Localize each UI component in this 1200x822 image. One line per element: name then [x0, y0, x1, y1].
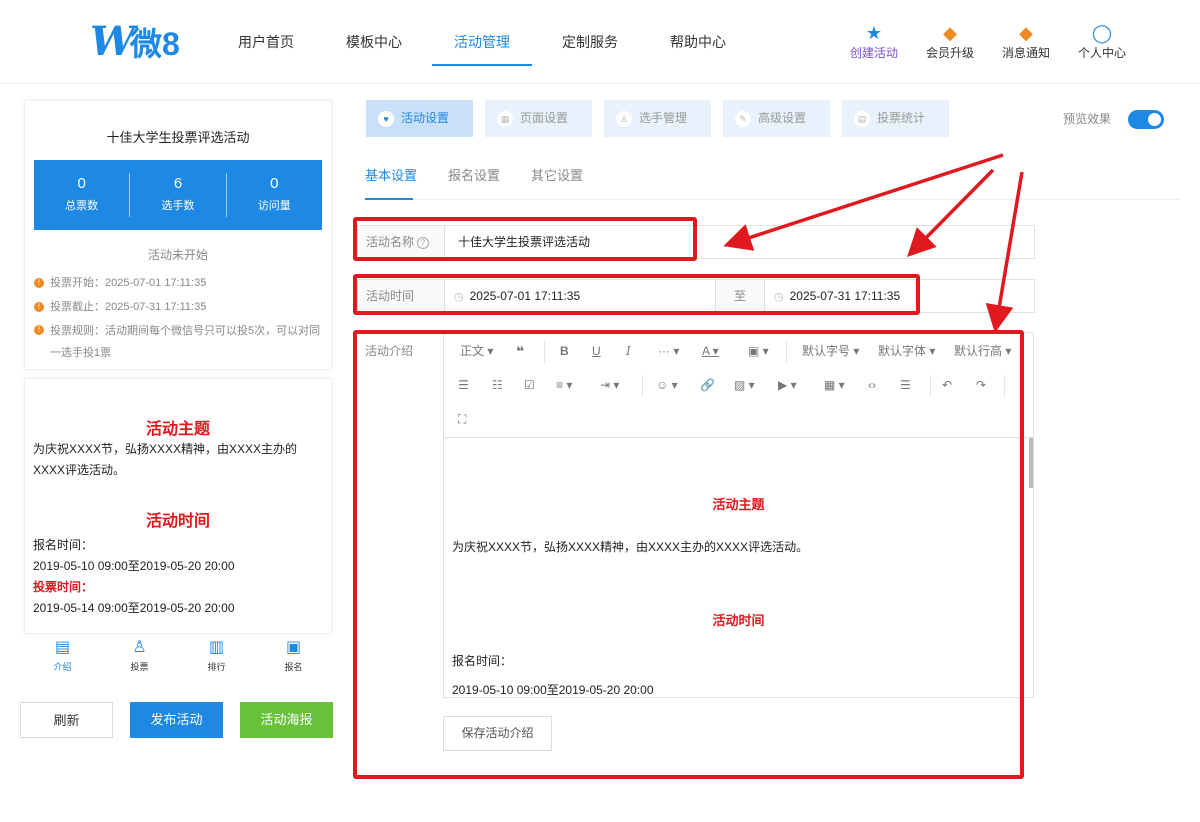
annotation-arrows [723, 153, 1024, 333]
arrow-to-intro [985, 171, 1024, 333]
